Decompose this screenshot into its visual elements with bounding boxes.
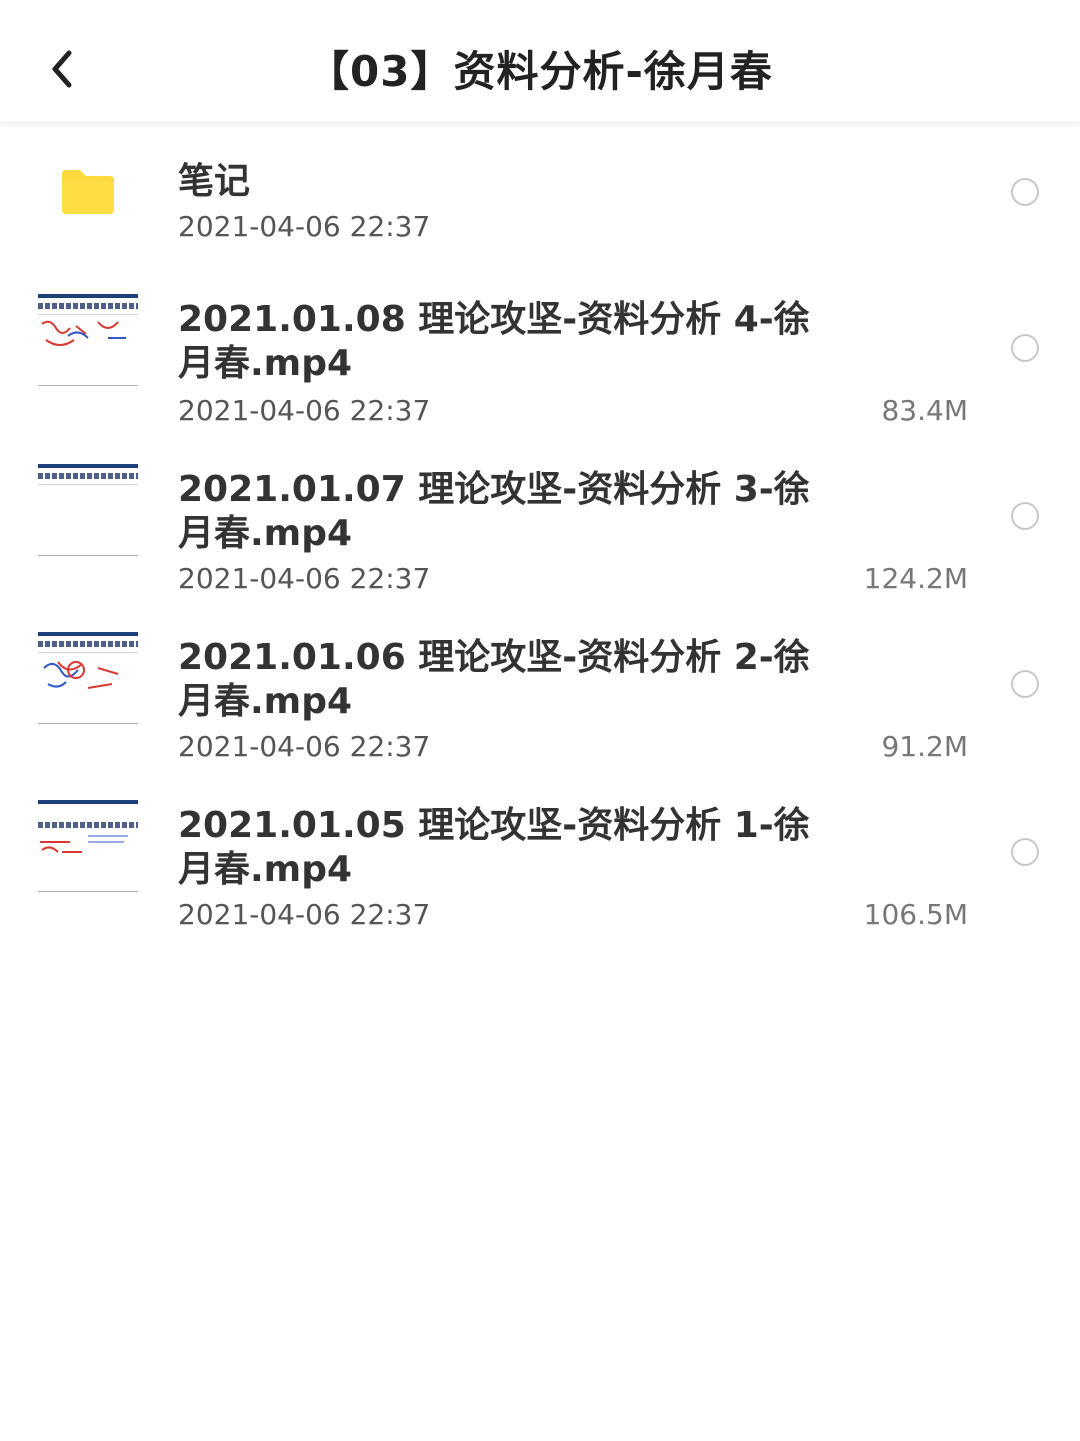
list-item-folder-notes[interactable]: 笔记 2021-04-06 22:37 bbox=[0, 122, 1080, 282]
item-size: 91.2M bbox=[881, 730, 968, 763]
select-radio[interactable] bbox=[1011, 838, 1039, 866]
item-size: 124.2M bbox=[863, 562, 968, 595]
item-date: 2021-04-06 22:37 bbox=[178, 562, 431, 595]
item-date: 2021-04-06 22:37 bbox=[178, 730, 431, 763]
select-radio[interactable] bbox=[1011, 178, 1039, 206]
video-thumbnail bbox=[38, 800, 138, 896]
list-item-video[interactable]: 2021.01.06 理论攻坚-资料分析 2-徐月春.mp4 2021-04-0… bbox=[0, 630, 1080, 796]
item-date: 2021-04-06 22:37 bbox=[178, 210, 431, 243]
top-nav-bar: 【03】资料分析-徐月春 bbox=[0, 0, 1080, 123]
item-name: 2021.01.07 理论攻坚-资料分析 3-徐月春.mp4 bbox=[178, 469, 810, 554]
list-item-video[interactable]: 2021.01.08 理论攻坚-资料分析 4-徐月春.mp4 2021-04-0… bbox=[0, 292, 1080, 458]
page-title: 【03】资料分析-徐月春 bbox=[307, 47, 773, 96]
select-radio[interactable] bbox=[1011, 670, 1039, 698]
select-radio[interactable] bbox=[1011, 334, 1039, 362]
item-size: 83.4M bbox=[881, 394, 968, 427]
list-item-video[interactable]: 2021.01.05 理论攻坚-资料分析 1-徐月春.mp4 2021-04-0… bbox=[0, 798, 1080, 964]
item-size: 106.5M bbox=[863, 898, 968, 931]
video-thumbnail bbox=[38, 632, 138, 728]
item-name: 2021.01.08 理论攻坚-资料分析 4-徐月春.mp4 bbox=[178, 299, 810, 384]
folder-icon bbox=[62, 170, 114, 214]
select-radio[interactable] bbox=[1011, 502, 1039, 530]
list-item-video[interactable]: 2021.01.07 理论攻坚-资料分析 3-徐月春.mp4 2021-04-0… bbox=[0, 462, 1080, 628]
item-date: 2021-04-06 22:37 bbox=[178, 898, 431, 931]
item-name: 笔记 bbox=[178, 161, 251, 202]
video-thumbnail bbox=[38, 464, 138, 560]
item-name: 2021.01.05 理论攻坚-资料分析 1-徐月春.mp4 bbox=[178, 805, 810, 890]
item-name: 2021.01.06 理论攻坚-资料分析 2-徐月春.mp4 bbox=[178, 637, 810, 722]
item-date: 2021-04-06 22:37 bbox=[178, 394, 431, 427]
video-thumbnail bbox=[38, 294, 138, 390]
